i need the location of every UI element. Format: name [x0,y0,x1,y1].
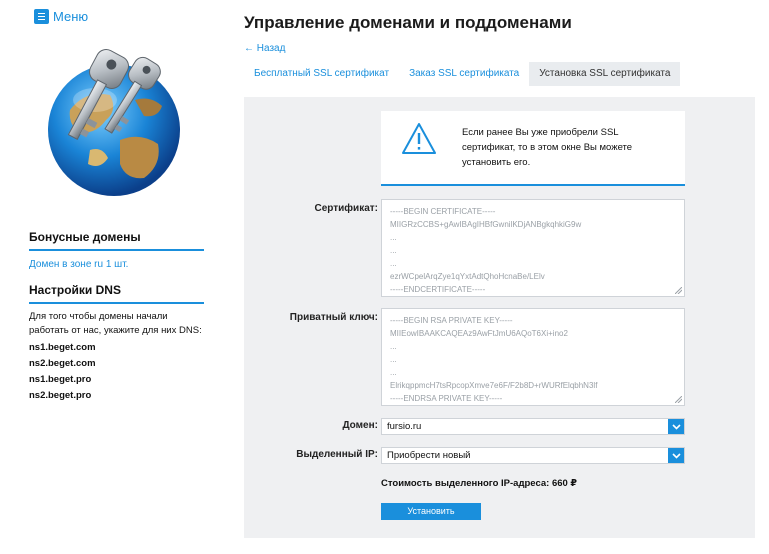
private-key-line: -----ENDRSA PRIVATE KEY----- [390,394,503,403]
resize-grip-icon[interactable] [675,396,682,403]
certificate-line: ... [390,259,397,268]
certificate-textarea[interactable]: -----BEGIN CERTIFICATE----- MIIGRzCCBS+g… [381,199,685,297]
dns-server: ns1.beget.com [29,342,96,353]
tab-free-ssl[interactable]: Бесплатный SSL сертификат [244,62,399,86]
certificate-line: ... [390,233,397,242]
hamburger-icon [34,9,49,24]
tab-bar: Бесплатный SSL сертификат Заказ SSL серт… [244,62,681,86]
dns-server: ns2.beget.pro [29,390,92,401]
private-key-line: ElrikqppmcH7tsRpcopXmve7e6F/F2b8D+rWURfE… [390,381,598,390]
certificate-line: ezrWCpelArqZye1qYxtAdtQhoHcnaBe/LElv [390,272,545,281]
private-key-line: -----BEGIN RSA PRIVATE KEY----- [390,316,513,325]
certificate-label: Сертификат: [314,203,379,214]
private-key-textarea[interactable]: -----BEGIN RSA PRIVATE KEY----- MIIEowIB… [381,308,685,406]
dns-server-list: ns1.beget.com ns2.beget.com ns1.beget.pr… [29,340,96,404]
private-key-line: ... [390,355,397,364]
page-title: Управление доменами и поддоменами [244,13,572,32]
certificate-line: ... [390,246,397,255]
notice-box: Если ранее Вы уже приобрели SSL сертифик… [381,111,685,186]
bonus-domains-heading: Бонусные домены [29,230,204,251]
domain-select[interactable]: fursio.ru [381,418,685,435]
ip-label: Выделенный IP: [296,449,378,460]
certificate-line: -----BEGIN CERTIFICATE----- [390,207,496,216]
ip-select-value: Приобрести новый [387,450,471,461]
domain-label: Домен: [342,420,378,431]
resize-grip-icon[interactable] [675,287,682,294]
private-key-line: ... [390,368,397,377]
certificate-line: MIIGRzCCBS+gAwIBAgIHBfGwnilKDjANBgkqhkiG… [390,220,582,229]
ip-select[interactable]: Приобрести новый [381,447,685,464]
install-button[interactable]: Установить [381,503,481,520]
bonus-domain-link[interactable]: Домен в зоне ru 1 шт. [29,259,128,270]
dns-server: ns1.beget.pro [29,374,92,385]
globe-keys-illustration [40,40,200,200]
ip-price-text: Стоимость выделенного IP-адреса: 660 ₽ [381,478,578,489]
private-key-line: MIIEowIBAAKCAQEAz9AwFtJmU6AQoT6Xi+ino2 [390,329,568,338]
certificate-line: -----ENDCERTIFICATE----- [390,285,486,294]
dns-info-text: Для того чтобы домены начали работать от… [29,311,202,336]
warning-icon [402,123,436,154]
chevron-down-icon [668,419,684,434]
domain-select-value: fursio.ru [387,421,422,432]
tab-install-ssl[interactable]: Установка SSL сертификата [529,62,681,86]
menu-label: Меню [53,9,89,24]
chevron-down-icon [668,448,684,463]
back-link[interactable]: ← Назад [244,43,285,54]
private-key-label: Приватный ключ: [289,312,378,323]
notice-text: Если ранее Вы уже приобрели SSL сертифик… [462,127,633,168]
menu-button[interactable]: Меню [34,9,88,24]
dns-server: ns2.beget.com [29,358,96,369]
tab-order-ssl[interactable]: Заказ SSL сертификата [399,62,529,86]
private-key-line: ... [390,342,397,351]
dns-settings-heading: Настройки DNS [29,283,204,304]
